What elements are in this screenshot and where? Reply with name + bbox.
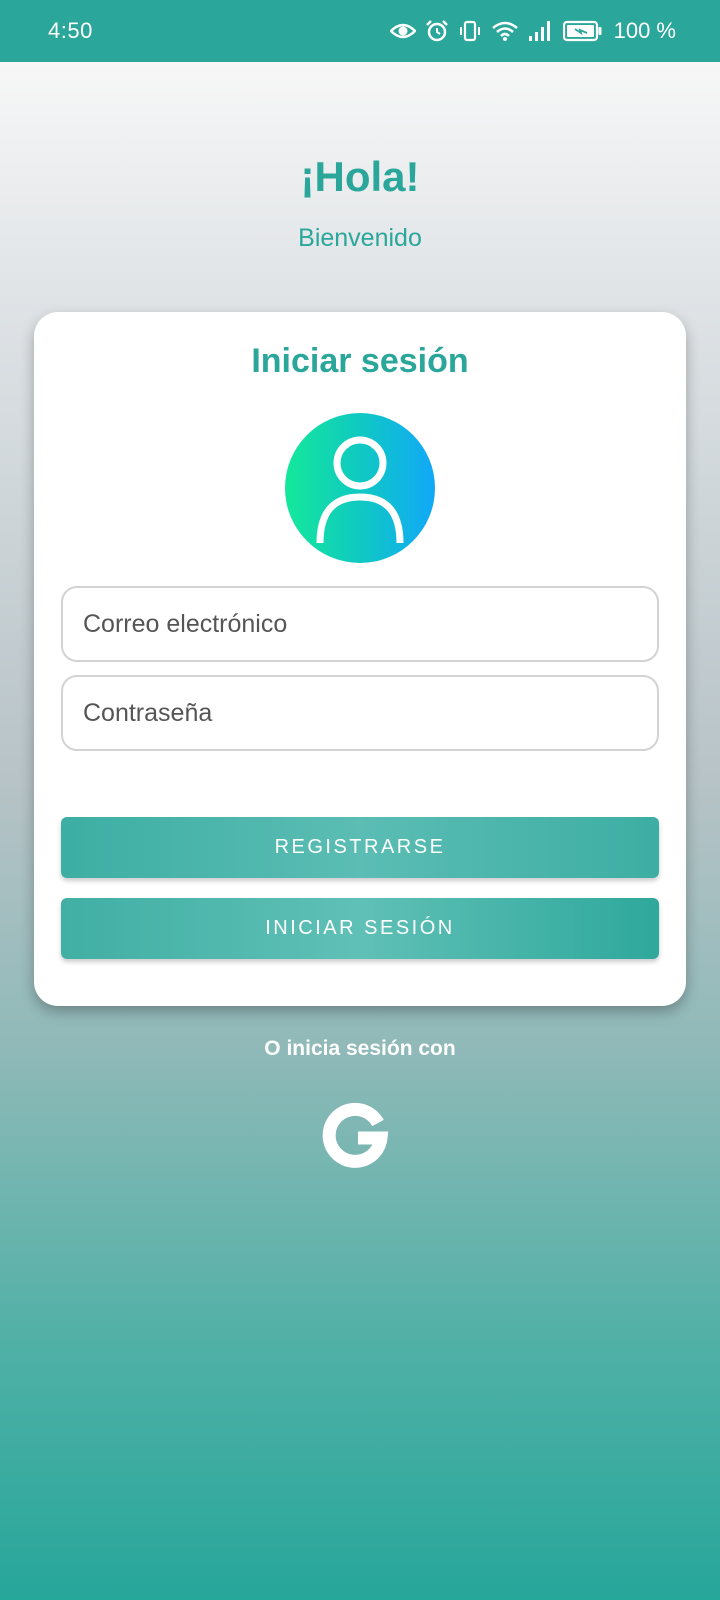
battery-percentage: 100 % — [613, 18, 676, 43]
social-login-label: O inicia sesión con — [264, 1037, 456, 1060]
vibrate-icon — [459, 20, 480, 42]
alarm-icon — [425, 20, 448, 42]
status-bar: 4:50 100 % — [0, 0, 720, 62]
welcome-subtitle: Bienvenido — [298, 224, 422, 252]
signal-icon — [528, 21, 550, 41]
greeting-title: ¡Hola! — [300, 153, 420, 200]
eye-icon — [389, 23, 416, 39]
wifi-icon — [491, 21, 518, 41]
email-field[interactable] — [61, 586, 659, 662]
login-button[interactable]: INICIAR SESIÓN — [61, 898, 659, 959]
status-icons: 100 % — [389, 18, 676, 44]
avatar — [285, 413, 435, 563]
google-login-button[interactable] — [318, 1098, 392, 1172]
user-icon — [316, 436, 404, 544]
status-time: 4:50 — [48, 18, 93, 43]
login-card-title: Iniciar sesión — [251, 342, 469, 380]
google-icon — [322, 1102, 389, 1168]
register-button[interactable]: REGISTRARSE — [61, 817, 659, 878]
battery-icon — [562, 20, 602, 42]
login-card: Iniciar sesión REGISTRARSE INICIAR SESIÓ… — [34, 312, 686, 1006]
password-field[interactable] — [61, 675, 659, 751]
